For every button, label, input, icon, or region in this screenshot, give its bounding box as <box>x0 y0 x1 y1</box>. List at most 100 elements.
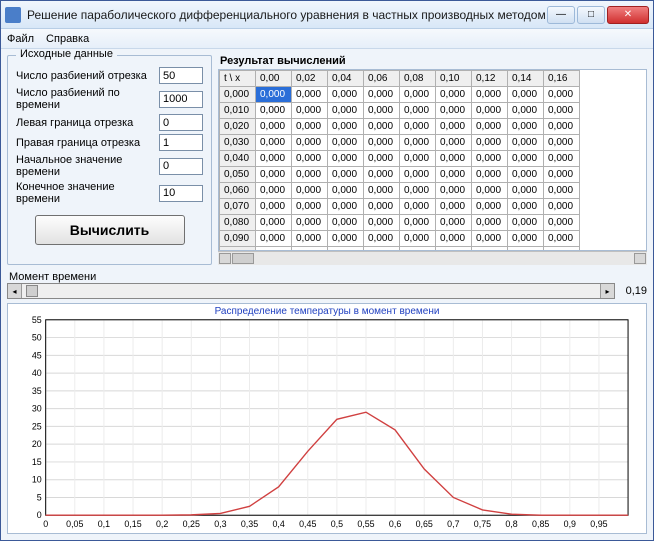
row-header[interactable]: 0,080 <box>220 215 256 231</box>
table-cell[interactable]: 0,000 <box>400 103 436 119</box>
table-cell[interactable]: 0,000 <box>544 135 580 151</box>
table-cell[interactable]: 0,000 <box>472 151 508 167</box>
table-cell[interactable]: 0,000 <box>256 119 292 135</box>
table-cell[interactable]: 0,000 <box>544 183 580 199</box>
table-cell[interactable]: 0,000 <box>472 231 508 247</box>
table-cell[interactable]: 0,000 <box>292 87 328 103</box>
close-button[interactable]: ✕ <box>607 6 649 24</box>
table-cell[interactable]: 0,000 <box>472 87 508 103</box>
table-cell[interactable]: 0,000 <box>508 103 544 119</box>
table-cell[interactable]: 0,000 <box>364 215 400 231</box>
table-cell[interactable]: 0,000 <box>508 135 544 151</box>
input-t0[interactable] <box>159 158 203 175</box>
table-cell[interactable]: 0,000 <box>508 151 544 167</box>
table-cell[interactable]: 0,000 <box>328 119 364 135</box>
table-cell[interactable]: 0,000 <box>436 151 472 167</box>
table-cell[interactable]: 0,000 <box>400 151 436 167</box>
row-header[interactable]: 0,090 <box>220 231 256 247</box>
table-cell[interactable]: 0,000 <box>400 231 436 247</box>
row-header[interactable]: 0,000 <box>220 87 256 103</box>
table-cell[interactable]: 0,000 <box>256 231 292 247</box>
table-cell[interactable]: 0,000 <box>292 103 328 119</box>
col-header[interactable]: 0,16 <box>544 71 580 87</box>
col-header[interactable]: 0,08 <box>400 71 436 87</box>
table-cell[interactable]: 0,000 <box>544 215 580 231</box>
table-cell[interactable]: 0,000 <box>292 151 328 167</box>
table-cell[interactable]: 0,000 <box>328 87 364 103</box>
table-cell[interactable]: 0,000 <box>256 151 292 167</box>
table-cell[interactable]: 0,000 <box>328 151 364 167</box>
input-nseg[interactable] <box>159 67 203 84</box>
table-cell[interactable]: 0,000 <box>328 103 364 119</box>
table-cell[interactable]: 0,000 <box>256 87 292 103</box>
table-hscrollbar[interactable] <box>218 251 647 265</box>
scroll-left-arrow-icon[interactable] <box>219 253 231 264</box>
table-cell[interactable]: 0,000 <box>436 199 472 215</box>
col-header[interactable]: 0,02 <box>292 71 328 87</box>
col-header[interactable]: 0,12 <box>472 71 508 87</box>
table-cell[interactable]: 0,000 <box>364 103 400 119</box>
row-header[interactable]: 0,060 <box>220 183 256 199</box>
table-cell[interactable]: 0,000 <box>292 183 328 199</box>
table-cell[interactable]: 0,000 <box>292 119 328 135</box>
calculate-button[interactable]: Вычислить <box>35 215 185 245</box>
table-cell[interactable]: 0,000 <box>256 103 292 119</box>
table-cell[interactable]: 0,000 <box>292 167 328 183</box>
table-cell[interactable]: 0,000 <box>400 135 436 151</box>
table-cell[interactable]: 0,000 <box>364 167 400 183</box>
minimize-button[interactable]: — <box>547 6 575 24</box>
table-cell[interactable]: 0,000 <box>544 119 580 135</box>
col-header[interactable]: 0,06 <box>364 71 400 87</box>
col-header[interactable]: 0,10 <box>436 71 472 87</box>
row-header[interactable]: 0,040 <box>220 151 256 167</box>
table-cell[interactable]: 0,000 <box>508 231 544 247</box>
table-cell[interactable]: 0,000 <box>328 231 364 247</box>
table-cell[interactable]: 0,000 <box>472 183 508 199</box>
table-cell[interactable]: 0,000 <box>436 103 472 119</box>
table-cell[interactable]: 0,000 <box>400 167 436 183</box>
table-cell[interactable]: 0,000 <box>436 167 472 183</box>
table-cell[interactable]: 0,000 <box>292 231 328 247</box>
table-cell[interactable]: 0,000 <box>508 87 544 103</box>
row-header[interactable]: 0,020 <box>220 119 256 135</box>
table-cell[interactable]: 0,000 <box>472 103 508 119</box>
table-cell[interactable]: 0,000 <box>508 183 544 199</box>
table-cell[interactable]: 0,000 <box>256 135 292 151</box>
table-cell[interactable]: 0,000 <box>544 167 580 183</box>
table-cell[interactable]: 0,000 <box>292 135 328 151</box>
scroll-right-arrow-icon[interactable] <box>634 253 646 264</box>
table-cell[interactable]: 0,000 <box>436 215 472 231</box>
table-cell[interactable]: 0,000 <box>328 183 364 199</box>
result-table-viewport[interactable]: t \ x0,000,020,040,060,080,100,120,140,1… <box>218 69 647 251</box>
table-cell[interactable]: 0,000 <box>472 119 508 135</box>
table-cell[interactable]: 0,000 <box>364 87 400 103</box>
table-cell[interactable]: 0,000 <box>364 135 400 151</box>
col-header[interactable]: 0,14 <box>508 71 544 87</box>
table-cell[interactable]: 0,000 <box>328 167 364 183</box>
table-cell[interactable]: 0,000 <box>508 119 544 135</box>
maximize-button[interactable]: □ <box>577 6 605 24</box>
table-cell[interactable]: 0,000 <box>436 119 472 135</box>
table-cell[interactable]: 0,000 <box>328 199 364 215</box>
menu-help[interactable]: Справка <box>46 33 89 45</box>
table-cell[interactable]: 0,000 <box>400 199 436 215</box>
scroll-thumb[interactable] <box>232 253 254 264</box>
table-cell[interactable]: 0,000 <box>508 199 544 215</box>
time-slider[interactable]: ◂ ▸ <box>7 283 615 299</box>
table-cell[interactable]: 0,000 <box>328 135 364 151</box>
table-cell[interactable]: 0,000 <box>400 119 436 135</box>
table-cell[interactable]: 0,000 <box>472 167 508 183</box>
table-cell[interactable]: 0,000 <box>256 199 292 215</box>
menu-file[interactable]: Файл <box>7 33 34 45</box>
table-cell[interactable]: 0,000 <box>544 231 580 247</box>
table-cell[interactable]: 0,000 <box>508 167 544 183</box>
table-cell[interactable]: 0,000 <box>544 87 580 103</box>
col-header[interactable]: 0,00 <box>256 71 292 87</box>
table-cell[interactable]: 0,000 <box>364 119 400 135</box>
table-cell[interactable]: 0,000 <box>364 151 400 167</box>
slider-left-arrow-icon[interactable]: ◂ <box>8 284 22 298</box>
slider-right-arrow-icon[interactable]: ▸ <box>600 284 614 298</box>
row-header[interactable]: 0,010 <box>220 103 256 119</box>
table-cell[interactable]: 0,000 <box>508 215 544 231</box>
table-cell[interactable]: 0,000 <box>472 215 508 231</box>
